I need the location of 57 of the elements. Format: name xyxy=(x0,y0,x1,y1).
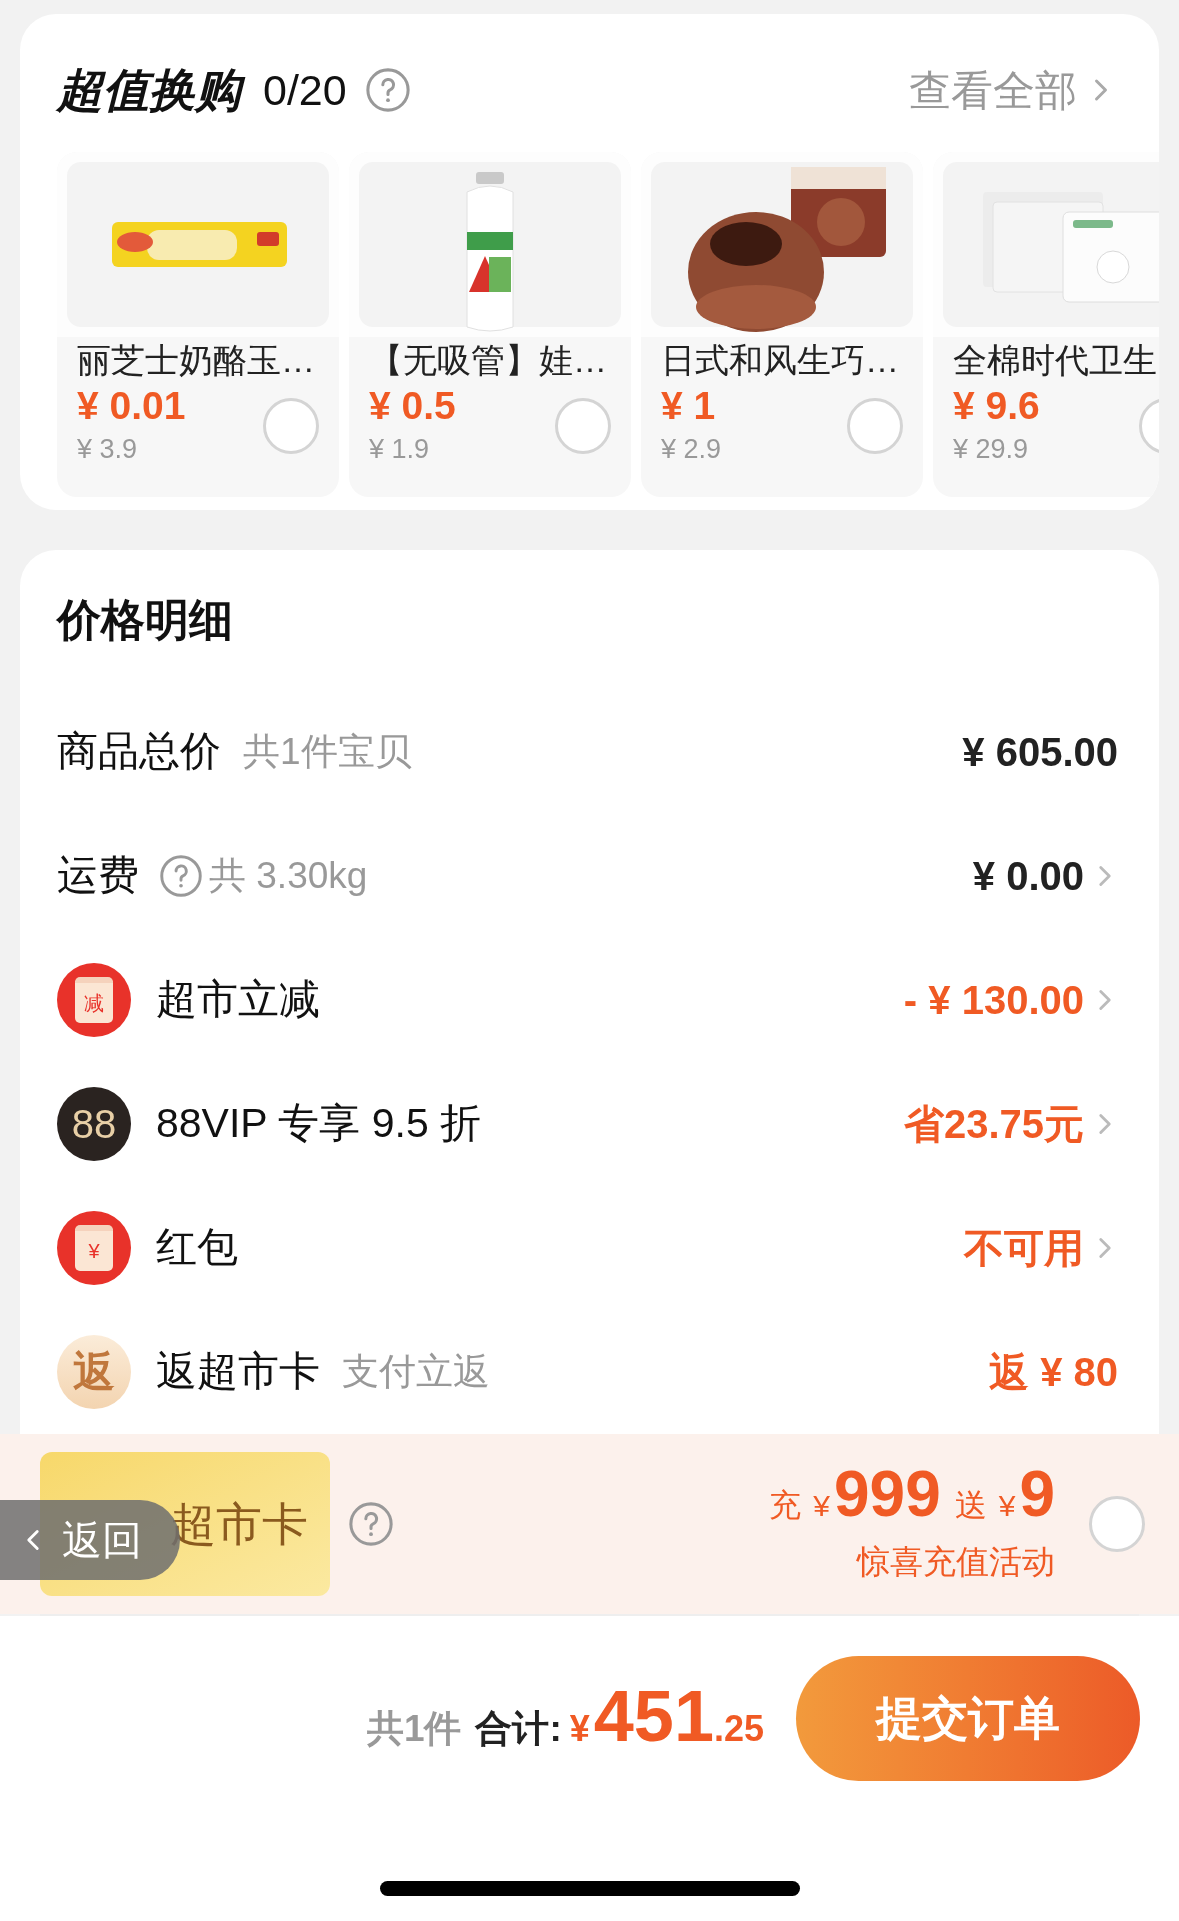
product-name: 全棉时代卫生 xyxy=(953,340,1158,381)
product-name: 丽芝士奶酪玉… xyxy=(77,340,316,381)
original-price: ¥ 1.9 xyxy=(369,433,431,466)
recharge-subtitle: 惊喜充值活动 xyxy=(857,1541,1055,1582)
row-label: 超市立减 xyxy=(156,975,320,1025)
currency: ¥ xyxy=(813,1487,830,1524)
row-value[interactable]: ¥ 0.00 xyxy=(972,846,1084,906)
help-icon[interactable] xyxy=(364,67,411,113)
bonus-amount: 9 xyxy=(1019,1461,1055,1526)
vip-badge-icon: 88 xyxy=(57,1087,131,1161)
row-label: 红包 xyxy=(156,1223,238,1273)
product-tile[interactable]: 丽芝士奶酪玉… ¥ 0.01 ¥ 3.9 xyxy=(57,152,339,497)
product-name: 日式和风生巧… xyxy=(661,340,900,381)
select-radio[interactable] xyxy=(1089,1496,1145,1552)
original-price: ¥ 3.9 xyxy=(77,433,139,466)
product-tile[interactable]: 全棉时代卫生 ¥ 9.6 ¥ 29.9 xyxy=(933,152,1159,497)
item-count: 共1件 xyxy=(366,1707,462,1752)
product-price: ¥ 0.01 xyxy=(77,383,187,429)
recharge-prefix: 充 xyxy=(769,1485,802,1525)
currency: ¥ xyxy=(998,1487,1016,1524)
total-amount: ¥451.25 xyxy=(569,1680,764,1757)
bonus-label: 送 xyxy=(954,1485,987,1525)
select-radio[interactable] xyxy=(555,398,611,454)
row-value[interactable]: 省23.75元 xyxy=(903,1094,1084,1154)
select-radio[interactable] xyxy=(847,398,903,454)
envelope-icon: ¥ xyxy=(57,1211,131,1285)
section-title: 超值换购 xyxy=(57,58,249,122)
submit-order-button[interactable]: 提交订单 xyxy=(796,1656,1140,1781)
product-price: ¥ 1 xyxy=(661,383,717,429)
row-label: 运费 xyxy=(57,851,139,901)
total-label: 合计: xyxy=(475,1707,562,1752)
view-all-link[interactable]: 查看全部 xyxy=(909,58,1077,122)
product-tile[interactable]: 日式和风生巧… ¥ 1 ¥ 2.9 xyxy=(641,152,923,497)
row-note: 共 3.30kg xyxy=(209,854,368,899)
help-icon[interactable] xyxy=(348,1501,394,1547)
product-price: ¥ 0.5 xyxy=(369,383,457,429)
row-value: ¥ 605.00 xyxy=(962,729,1118,776)
exchange-count: 0/20 xyxy=(263,64,347,116)
original-price: ¥ 2.9 xyxy=(661,433,723,466)
row-value[interactable]: - ¥ 130.00 xyxy=(903,970,1084,1030)
original-price: ¥ 29.9 xyxy=(953,433,1030,466)
row-label: 88VIP 专享 9.5 折 xyxy=(156,1099,482,1149)
envelope-icon: 减 xyxy=(57,963,131,1037)
product-price: ¥ 9.6 xyxy=(953,383,1041,429)
product-tile[interactable]: 【无吸管】娃… ¥ 0.5 ¥ 1.9 xyxy=(349,152,631,497)
product-name: 【无吸管】娃… xyxy=(369,340,608,381)
row-label: 商品总价 xyxy=(57,727,221,777)
row-note: 支付立返 xyxy=(342,1350,490,1395)
row-note: 共1件宝贝 xyxy=(243,730,412,775)
row-value: 返 ¥ 80 xyxy=(989,1349,1118,1396)
help-icon[interactable] xyxy=(159,854,203,898)
row-label: 返超市卡 xyxy=(156,1347,320,1397)
recharge-amount: 999 xyxy=(833,1461,941,1526)
select-radio[interactable] xyxy=(263,398,319,454)
section-title: 价格明细 xyxy=(57,594,234,646)
rebate-icon: 返 xyxy=(57,1335,131,1409)
row-value[interactable]: 不可用 xyxy=(964,1218,1084,1278)
